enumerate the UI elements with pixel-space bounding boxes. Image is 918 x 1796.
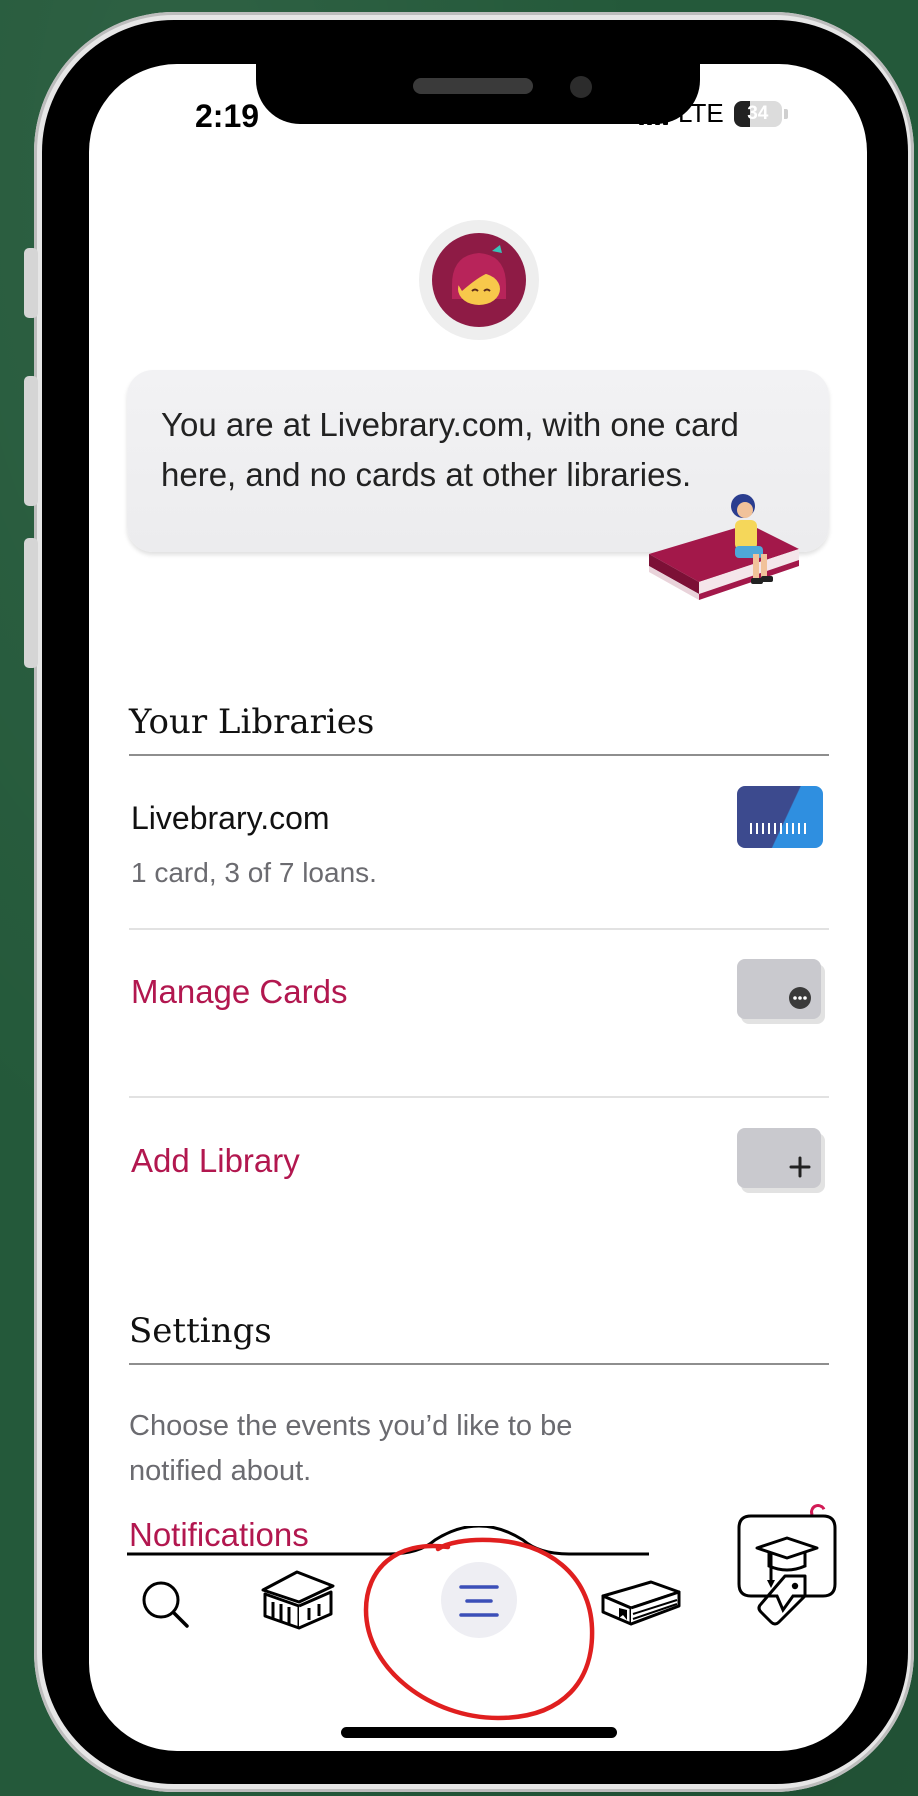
bottom-tab-bar [89,1526,867,1751]
plus-icon [789,1156,811,1178]
add-library-link[interactable]: Add Library [131,1142,300,1180]
divider [129,928,829,930]
silent-switch [24,248,38,318]
library-card-icon[interactable] [737,786,823,848]
volume-up-button [24,376,38,506]
menu-icon [459,1585,499,1617]
manage-cards-button[interactable] [737,959,821,1019]
front-camera [570,76,592,98]
libraries-divider [129,754,829,756]
home-indicator [341,1727,617,1738]
notch [256,54,700,124]
your-libraries-heading: Your Libraries [129,702,375,742]
search-icon[interactable] [139,1578,191,1630]
battery-level: 34 [747,102,769,124]
manage-cards-link[interactable]: Manage Cards [131,973,347,1011]
tag-icon[interactable] [755,1572,811,1628]
volume-down-button [24,538,38,668]
library-name: Livebrary.com [131,800,330,836]
reader-on-book-illustration [649,494,799,600]
more-options-icon [789,987,811,1009]
speaker-grille [413,78,533,94]
libby-logo-icon [432,233,526,327]
add-library-button[interactable] [737,1128,821,1188]
shelf-books-icon[interactable] [599,1570,683,1630]
settings-divider [129,1363,829,1365]
libby-avatar [419,220,539,340]
divider [129,1096,829,1098]
library-loan-summary: 1 card, 3 of 7 loans. [131,857,377,888]
tab-bar-top-edge [127,1526,649,1556]
welcome-message: You are at Livebrary.com, with one card … [161,406,739,493]
status-time: 2:19 [195,98,260,134]
settings-heading: Settings [129,1311,272,1351]
battery-icon: 34 [733,100,788,127]
library-building-icon[interactable] [257,1568,337,1634]
settings-description: Choose the events you’d like to be notif… [129,1410,573,1487]
app-screen: 2:19 LTE 34 You are at Livebrary.com, wi… [89,64,867,1751]
menu-tab[interactable] [441,1562,517,1638]
